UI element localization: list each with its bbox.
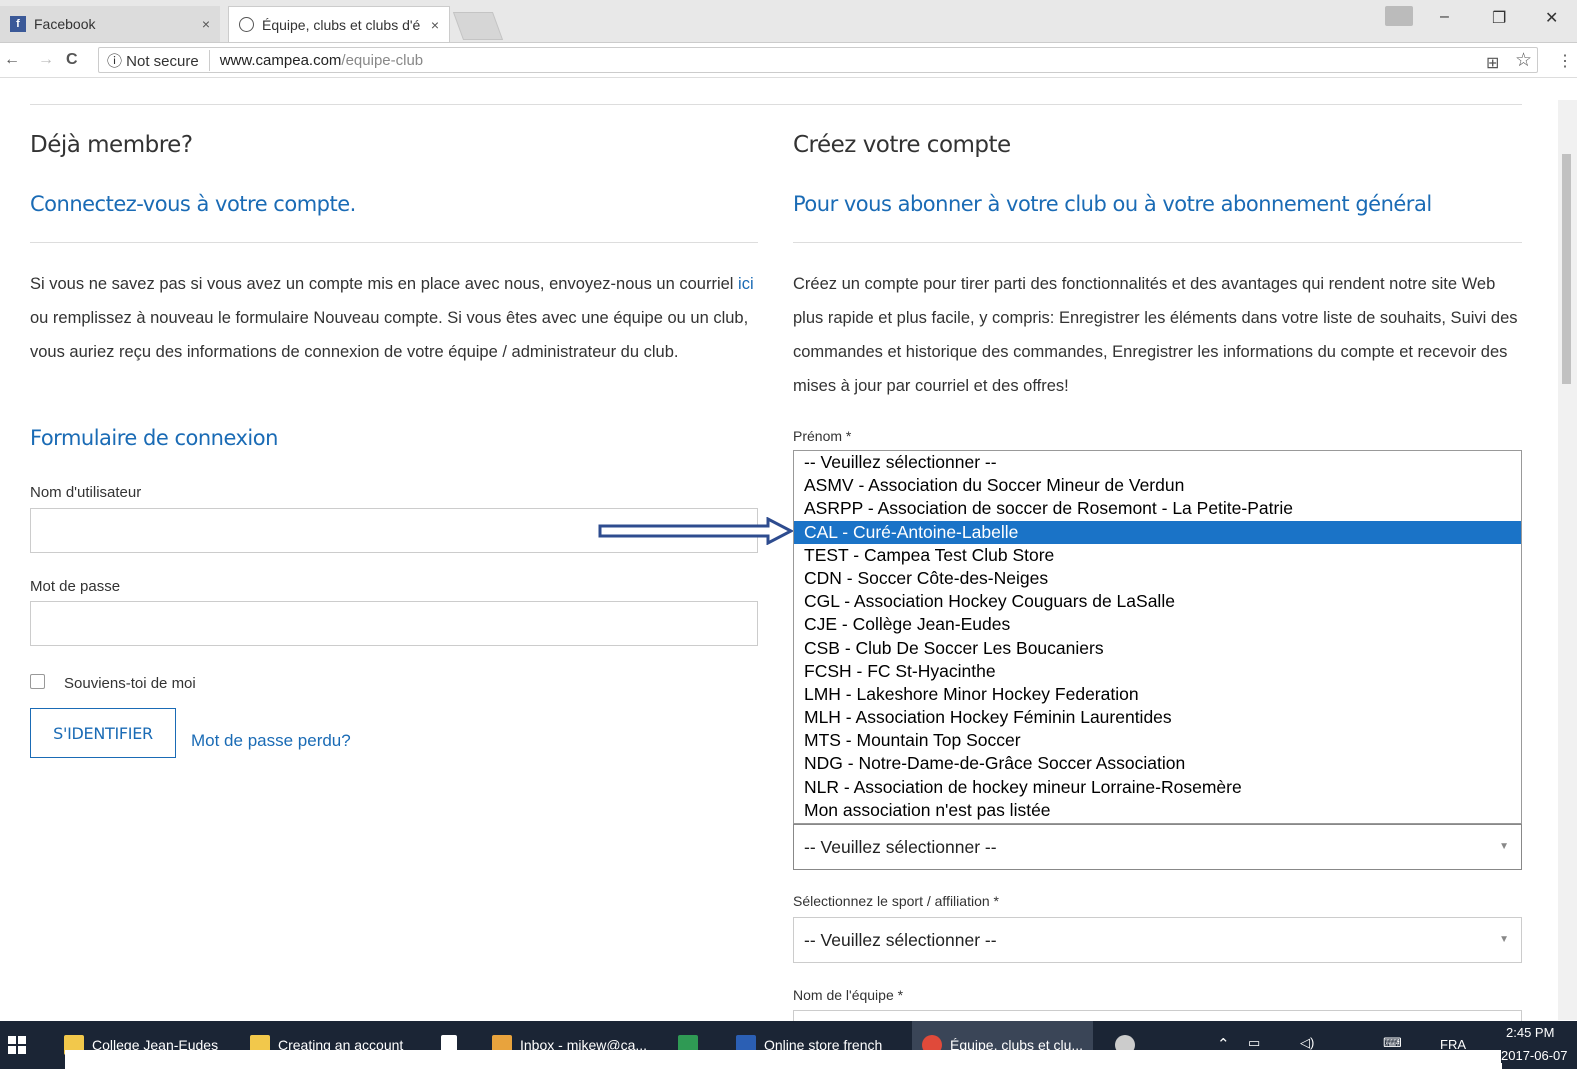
facebook-icon: f [10,16,26,32]
close-window-button[interactable]: ✕ [1545,8,1558,28]
close-tab-icon[interactable]: × [202,16,210,32]
forward-icon[interactable]: → [38,51,54,69]
register-heading: Créez votre compte [793,132,1011,158]
top-divider [30,104,1522,105]
tab-label: Facebook [34,16,96,32]
register-paragraph: Créez un compte pour tirer parti des fon… [793,275,1518,395]
browser-tab-strip: f Facebook × Équipe, clubs et clubs d'é … [0,0,1577,43]
dropdown-option[interactable]: CSB - Club De Soccer Les Boucaniers [794,637,1521,660]
dropdown-option[interactable]: NLR - Association de hockey mineur Lorra… [794,776,1521,799]
tab-facebook[interactable]: f Facebook × [0,6,220,42]
team-name-label: Nom de l'équipe * [793,987,904,1003]
login-subheading: Connectez-vous à votre compte. [30,192,356,216]
sport-select[interactable]: -- Veuillez sélectionner -- ▼ [793,917,1522,963]
dropdown-option[interactable]: TEST - Campea Test Club Store [794,544,1521,567]
dropdown-option[interactable]: ASMV - Association du Soccer Mineur de V… [794,474,1521,497]
remember-me-checkbox[interactable] [30,674,45,689]
register-subheading: Pour vous abonner à votre club ou à votr… [793,192,1432,216]
volume-icon[interactable]: ◁) [1300,1035,1314,1051]
dropdown-option[interactable]: MLH - Association Hockey Féminin Laurent… [794,706,1521,729]
reload-icon[interactable]: C [66,51,78,69]
dropdown-option-highlighted[interactable]: CAL - Curé-Antoine-Labelle [794,520,1521,544]
security-indicator[interactable]: ⓘ Not secure [107,49,210,71]
dropdown-option[interactable]: CJE - Collège Jean-Eudes [794,613,1521,636]
url-path: /equipe-club [341,51,424,69]
address-bar[interactable]: ⓘ Not secure www.campea.com/equipe-club [98,47,1538,73]
url-host: www.campea.com [219,51,342,69]
login-paragraph: Si vous ne savez pas si vous avez un com… [30,267,758,369]
username-label: Nom d'utilisateur [30,484,142,501]
login-paragraph-text-2: ou remplissez à nouveau le formulaire No… [30,309,749,361]
club-select[interactable]: -- Veuillez sélectionner -- ▼ [793,824,1522,870]
menu-icon[interactable]: ⋮ [1557,51,1573,71]
minimize-button[interactable]: – [1440,8,1449,26]
dropdown-option[interactable]: -- Veuillez sélectionner -- [794,451,1521,474]
windows-icon [8,1036,26,1054]
translate-icon[interactable]: ⊞ [1486,53,1499,73]
sport-label: Sélectionnez le sport / affiliation * [793,893,999,909]
dropdown-option[interactable]: MTS - Mountain Top Soccer [794,729,1521,752]
bookmark-star-icon[interactable]: ☆ [1515,49,1532,72]
close-tab-icon[interactable]: × [431,17,439,33]
annotation-arrow [598,517,793,545]
club-select-value: -- Veuillez sélectionner -- [804,836,997,857]
network-icon[interactable]: ▭ [1248,1035,1260,1051]
register-divider [793,242,1522,243]
team-name-input[interactable] [793,1010,1522,1021]
tab-equipe-clubs[interactable]: Équipe, clubs et clubs d'é × [228,6,450,42]
taskbar-overlay [65,1050,1502,1069]
sport-select-value: -- Veuillez sélectionner -- [804,929,997,950]
scrollbar-thumb[interactable] [1562,154,1571,384]
chevron-down-icon: ▼ [1499,841,1509,852]
restore-button[interactable]: ❐ [1492,8,1506,28]
remember-me-label: Souviens-toi de moi [64,675,196,692]
club-dropdown-list[interactable]: -- Veuillez sélectionner -- ASMV - Assoc… [793,450,1522,824]
password-label: Mot de passe [30,578,121,595]
dropdown-option[interactable]: FCSH - FC St-Hyacinthe [794,660,1521,683]
dropdown-option[interactable]: LMH - Lakeshore Minor Hockey Federation [794,683,1521,706]
first-name-label: Prénom * [793,428,852,444]
login-heading: Déjà membre? [30,132,193,158]
keyboard-icon[interactable]: ⌨ [1383,1035,1402,1051]
clock-date[interactable]: 2017-06-07 [1501,1048,1577,1063]
login-divider [30,242,758,243]
dropdown-option[interactable]: NDG - Notre-Dame-de-Grâce Soccer Associa… [794,752,1521,775]
chevron-down-icon: ▼ [1499,934,1509,945]
tab-label: Équipe, clubs et clubs d'é [262,16,421,33]
password-input[interactable] [30,601,758,646]
dropdown-option[interactable]: CGL - Association Hockey Couguars de LaS… [794,590,1521,613]
browser-toolbar: ← → C ⓘ Not secure www.campea.com/equipe… [0,43,1577,78]
start-button[interactable] [8,1021,26,1069]
login-button[interactable]: S'IDENTIFIER [30,708,176,758]
login-form-title: Formulaire de connexion [30,426,278,450]
back-icon[interactable]: ← [4,51,20,69]
site-icon [239,17,254,32]
dropdown-option[interactable]: CDN - Soccer Côte-des-Neiges [794,567,1521,590]
login-paragraph-text: Si vous ne savez pas si vous avez un com… [30,275,739,293]
new-tab-button[interactable] [452,12,504,40]
lost-password-link[interactable]: Mot de passe perdu? [191,731,351,751]
clock-time[interactable]: 2:45 PM [1506,1025,1554,1040]
contact-link[interactable]: ici [738,275,754,293]
dropdown-option[interactable]: ASRPP - Association de soccer de Rosemon… [794,497,1521,520]
profile-icon[interactable] [1385,6,1413,26]
dropdown-option[interactable]: Mon association n'est pas listée [794,799,1521,822]
